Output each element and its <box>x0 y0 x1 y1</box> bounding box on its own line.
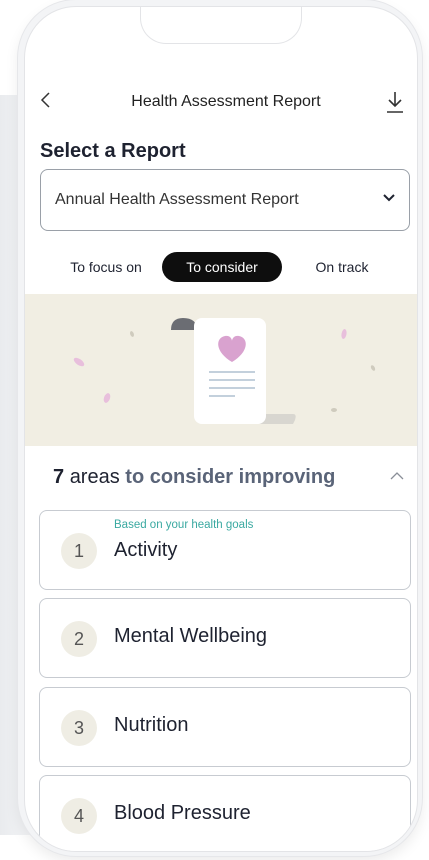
item-label: Nutrition <box>114 714 189 736</box>
download-button[interactable] <box>383 89 407 115</box>
areas-heading: 7 areas to consider improving <box>53 466 335 489</box>
item-label: Blood Pressure <box>114 802 251 824</box>
download-icon <box>387 92 403 113</box>
areas-accent-text: to consider improving <box>125 466 336 488</box>
item-label: Mental Wellbeing <box>114 625 268 647</box>
areas-count: 7 <box>53 466 65 488</box>
report-select[interactable]: Annual Health Assessment Report <box>40 169 410 231</box>
item-number-badge: 4 <box>61 798 97 834</box>
tab-to-focus-on[interactable]: To focus on <box>51 252 161 282</box>
select-report-heading: Select a Report <box>40 140 186 162</box>
list-item-blood-pressure[interactable]: 4 Blood Pressure <box>39 775 411 851</box>
phone-frame: Health Assessment Report Select a Report… <box>18 0 422 856</box>
phone-screen: Health Assessment Report Select a Report… <box>24 6 418 852</box>
report-select-value: Annual Health Assessment Report <box>55 191 299 208</box>
page-title: Health Assessment Report <box>131 93 321 110</box>
tab-on-track[interactable]: On track <box>301 252 383 282</box>
document-heart-icon <box>73 318 376 424</box>
screen-content: Health Assessment Report Select a Report… <box>25 7 417 851</box>
item-hint: Based on your health goals <box>114 519 254 531</box>
item-label: Activity <box>114 539 178 561</box>
illustration-banner <box>25 294 417 446</box>
list-item-nutrition[interactable]: 3 Nutrition <box>39 687 411 767</box>
list-item-mental-wellbeing[interactable]: 2 Mental Wellbeing <box>39 598 411 678</box>
item-number-badge: 1 <box>61 533 97 569</box>
filter-tabs: To focus on To consider On track <box>41 252 411 284</box>
item-number-badge: 2 <box>61 621 97 657</box>
chevron-left-icon <box>40 92 50 108</box>
chevron-up-icon[interactable] <box>389 468 405 484</box>
item-number-badge: 3 <box>61 710 97 746</box>
chevron-down-icon <box>383 194 395 202</box>
areas-text: areas <box>69 466 120 488</box>
back-button[interactable] <box>39 89 59 113</box>
tab-to-consider[interactable]: To consider <box>162 252 282 282</box>
list-item-activity[interactable]: 1 Based on your health goals Activity <box>39 510 411 590</box>
